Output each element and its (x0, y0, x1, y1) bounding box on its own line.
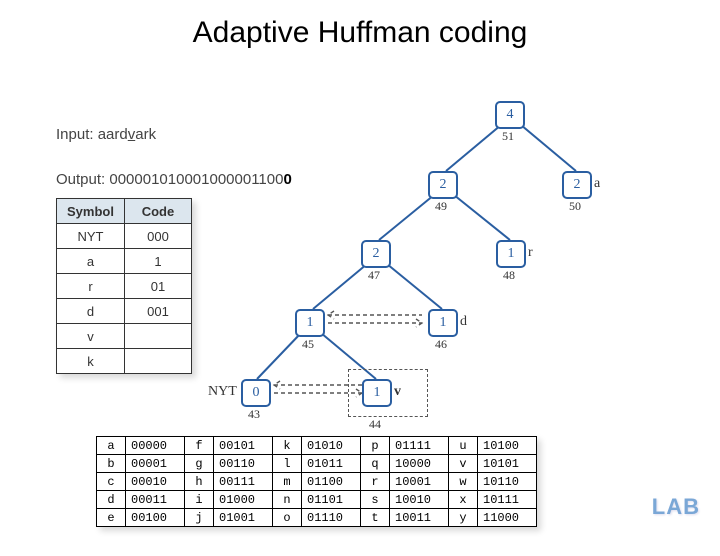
page-title: Adaptive Huffman coding (0, 16, 720, 50)
huffman-tree: 4 51 2 49 2 a 50 2 47 1 r 48 1 45 1 d 46… (230, 91, 650, 431)
alpha-sym: u (449, 437, 478, 455)
sym-cell: v (57, 324, 125, 349)
alpha-sym: w (449, 473, 478, 491)
alpha-code: 01011 (302, 455, 361, 473)
input-label: Input: (56, 126, 94, 143)
alpha-sym: l (273, 455, 302, 473)
node-order: 51 (502, 129, 514, 144)
alpha-code: 00110 (214, 455, 273, 473)
alpha-code: 01000 (214, 491, 273, 509)
node-symbol: NYT (208, 384, 237, 400)
alpha-code: 00000 (126, 437, 185, 455)
alpha-code: 01101 (302, 491, 361, 509)
node-symbol: r (528, 245, 533, 261)
node-order: 48 (503, 268, 515, 283)
alpha-sym: b (97, 455, 126, 473)
alpha-sym: f (185, 437, 214, 455)
alpha-sym: c (97, 473, 126, 491)
alpha-code: 10000 (390, 455, 449, 473)
alpha-code: 00111 (214, 473, 273, 491)
alpha-code: 10101 (478, 455, 537, 473)
alpha-code: 00010 (126, 473, 185, 491)
alpha-code: 10111 (478, 491, 537, 509)
alpha-sym: h (185, 473, 214, 491)
alpha-code: 10100 (478, 437, 537, 455)
alpha-code: 01110 (302, 509, 361, 527)
alpha-sym: m (273, 473, 302, 491)
alpha-sym: g (185, 455, 214, 473)
alpha-code: 00001 (126, 455, 185, 473)
alpha-sym: e (97, 509, 126, 527)
alpha-code: 00101 (214, 437, 273, 455)
alpha-code: 00100 (126, 509, 185, 527)
tree-node-47: 2 (361, 240, 391, 268)
alpha-sym: a (97, 437, 126, 455)
alpha-sym: x (449, 491, 478, 509)
sym-cell: k (57, 349, 125, 374)
code-cell: 01 (124, 274, 191, 299)
input-line: Input: aardvark (56, 126, 156, 143)
alpha-code: 10001 (390, 473, 449, 491)
code-cell (124, 324, 191, 349)
code-header: Code (124, 199, 191, 224)
tree-node-50: 2 (562, 171, 592, 199)
tree-node-49: 2 (428, 171, 458, 199)
sym-cell: a (57, 249, 125, 274)
node-order: 50 (569, 199, 581, 214)
alpha-sym: d (97, 491, 126, 509)
tree-node-46: 1 (428, 309, 458, 337)
output-label: Output: (56, 171, 105, 188)
alpha-code: 00011 (126, 491, 185, 509)
node-symbol: a (594, 176, 600, 192)
node-order: 43 (248, 407, 260, 422)
alpha-sym: j (185, 509, 214, 527)
tree-node-45: 1 (295, 309, 325, 337)
alpha-code: 10011 (390, 509, 449, 527)
alpha-code: 01001 (214, 509, 273, 527)
alpha-sym: y (449, 509, 478, 527)
alpha-code: 10010 (390, 491, 449, 509)
alpha-code: 01010 (302, 437, 361, 455)
symbol-header: Symbol (57, 199, 125, 224)
input-value: aardvark (98, 126, 156, 143)
lab-stamp: LAB (652, 494, 700, 520)
node-order: 46 (435, 337, 447, 352)
node-order: 44 (369, 417, 381, 432)
sym-cell: r (57, 274, 125, 299)
alpha-sym: n (273, 491, 302, 509)
alpha-sym: p (361, 437, 390, 455)
alpha-code: 10110 (478, 473, 537, 491)
sym-cell: NYT (57, 224, 125, 249)
alpha-sym: k (273, 437, 302, 455)
alpha-sym: t (361, 509, 390, 527)
code-cell: 1 (124, 249, 191, 274)
code-cell: 001 (124, 299, 191, 324)
tree-node-44: 1 (362, 379, 392, 407)
node-order: 45 (302, 337, 314, 352)
tree-node-48: 1 (496, 240, 526, 268)
alphabet-table: a00000 f00101 k01010 p01111 u10100 b0000… (96, 436, 537, 527)
alpha-sym: o (273, 509, 302, 527)
code-cell (124, 349, 191, 374)
alpha-sym: r (361, 473, 390, 491)
symbol-table: Symbol Code NYT000 a1 r01 d001 v k (56, 198, 192, 374)
tree-node-43: 0 (241, 379, 271, 407)
alpha-sym: v (449, 455, 478, 473)
sym-cell: d (57, 299, 125, 324)
alpha-sym: q (361, 455, 390, 473)
code-cell: 000 (124, 224, 191, 249)
tree-node-51: 4 (495, 101, 525, 129)
alpha-sym: i (185, 491, 214, 509)
node-order: 49 (435, 199, 447, 214)
node-order: 47 (368, 268, 380, 283)
node-symbol: d (460, 314, 467, 330)
node-symbol: v (394, 384, 401, 400)
alpha-sym: s (361, 491, 390, 509)
alpha-code: 11000 (478, 509, 537, 527)
alpha-code: 01100 (302, 473, 361, 491)
alpha-code: 01111 (390, 437, 449, 455)
